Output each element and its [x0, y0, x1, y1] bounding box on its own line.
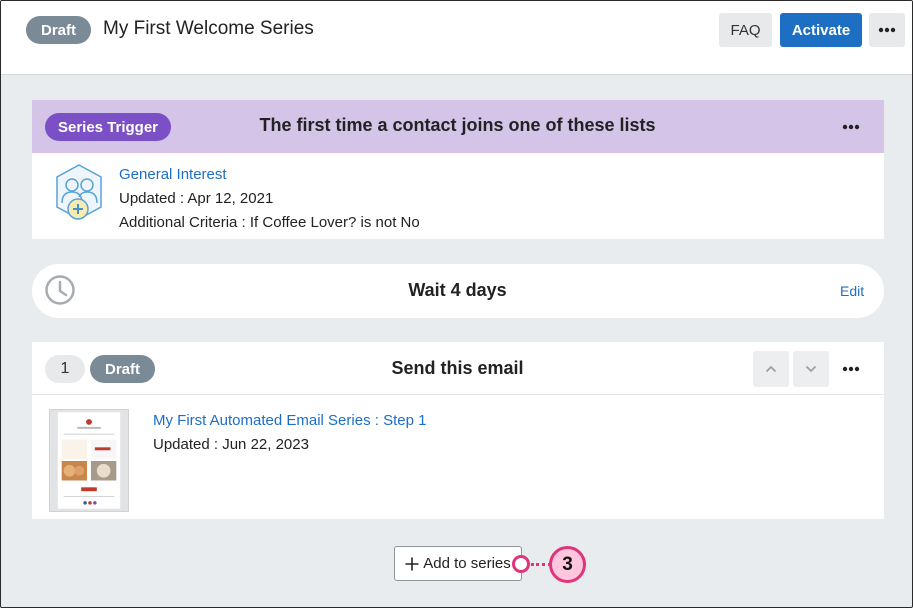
email-thumbnail-image[interactable] [49, 409, 129, 512]
app-frame: Draft My First Welcome Series FAQ Activa… [0, 0, 913, 608]
ellipsis-icon [842, 124, 860, 130]
email-name-link[interactable]: My First Automated Email Series : Step 1 [153, 412, 426, 429]
email-more-button[interactable] [841, 361, 861, 377]
status-badge: Draft [26, 16, 91, 44]
list-additional-criteria: Additional Criteria : If Coffee Lover? i… [119, 214, 420, 231]
wait-duration: Wait 4 days [408, 280, 507, 300]
chevron-down-icon [805, 365, 817, 373]
move-down-button[interactable] [793, 351, 829, 387]
add-to-series-label: Add to series [423, 555, 511, 572]
callout-number-badge: 3 [549, 546, 586, 583]
series-trigger-badge: Series Trigger [45, 113, 171, 141]
plus-icon [405, 557, 419, 570]
more-options-button[interactable] [869, 13, 905, 47]
contact-list-icon [56, 164, 102, 220]
edit-wait-link[interactable]: Edit [840, 283, 864, 299]
callout-connector [531, 563, 551, 566]
ellipsis-icon [878, 27, 896, 33]
activate-button[interactable]: Activate [780, 13, 862, 47]
page-title: My First Welcome Series [103, 18, 314, 39]
add-to-series-button[interactable]: Add to series [394, 546, 522, 581]
callout-marker [512, 555, 530, 573]
move-up-button[interactable] [753, 351, 789, 387]
chevron-up-icon [765, 365, 777, 373]
email-updated-date: Updated : Jun 22, 2023 [153, 436, 309, 453]
ellipsis-icon [842, 366, 860, 372]
list-updated-date: Updated : Apr 12, 2021 [119, 190, 274, 207]
faq-button[interactable]: FAQ [719, 13, 772, 47]
trigger-more-button[interactable] [841, 119, 861, 135]
list-name-link[interactable]: General Interest [119, 166, 227, 183]
